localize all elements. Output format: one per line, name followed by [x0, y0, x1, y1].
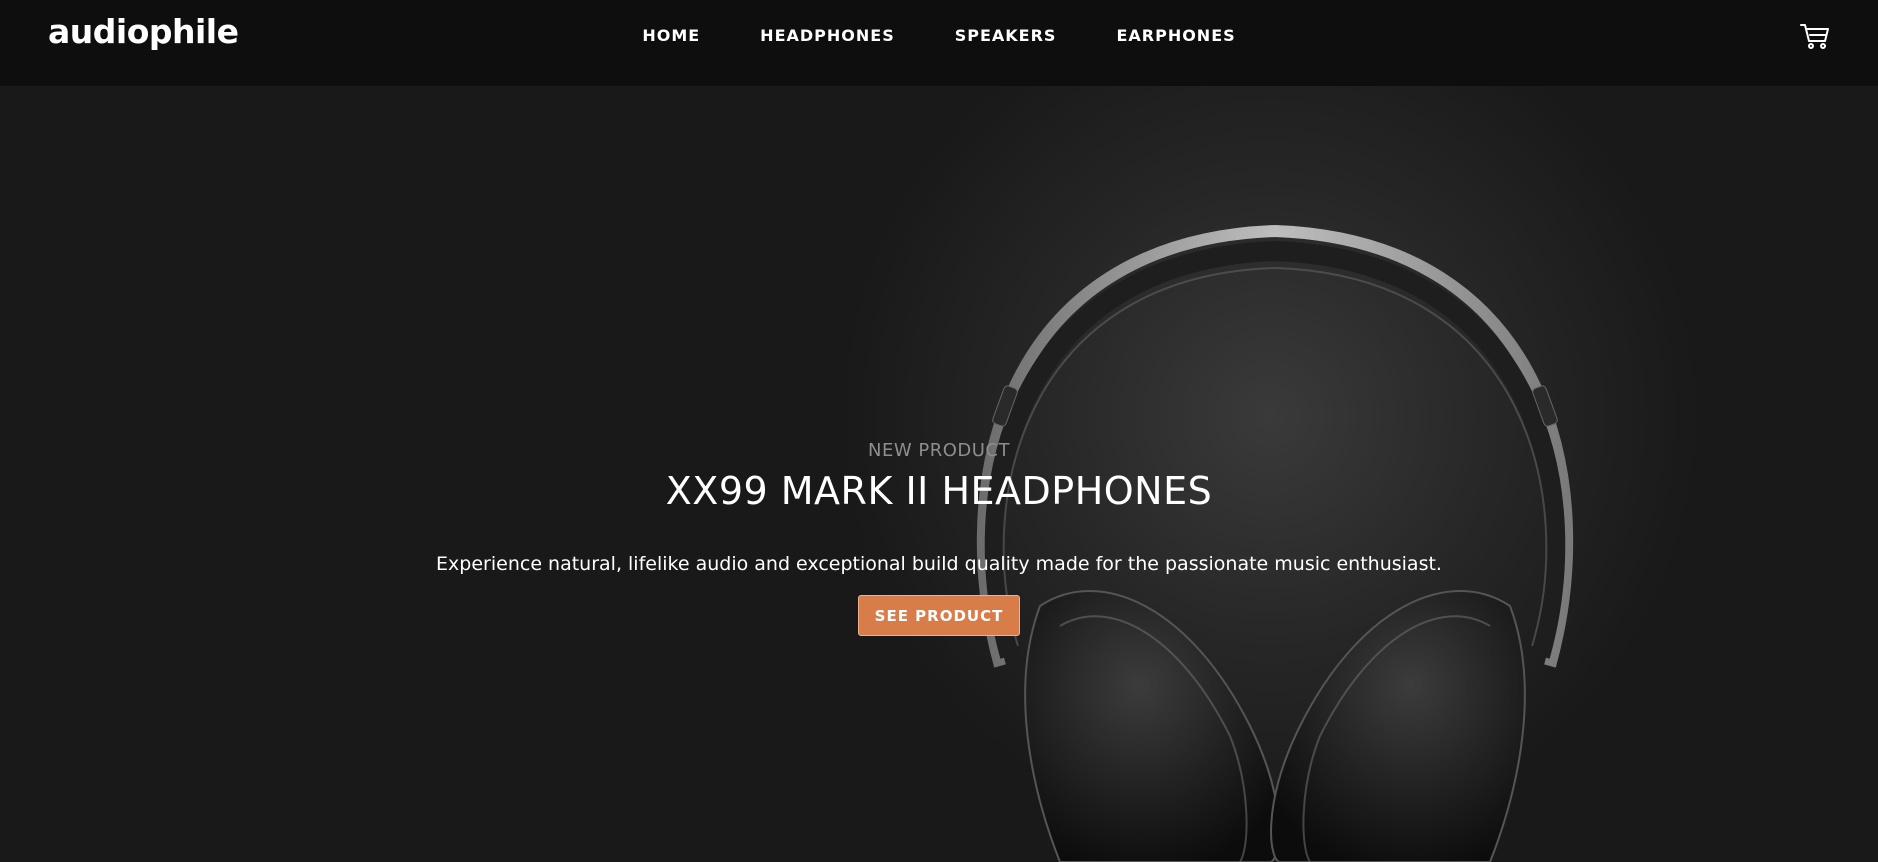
hero-title: XX99 MARK II HEADPHONES	[665, 469, 1213, 513]
hero-content: NEW PRODUCT XX99 MARK II HEADPHONES Expe…	[0, 440, 1878, 636]
nav-link-home[interactable]: HOME	[642, 26, 700, 45]
nav-link-earphones[interactable]: EARPHONES	[1116, 26, 1235, 45]
hero-overline: NEW PRODUCT	[868, 440, 1010, 461]
nav-link-speakers[interactable]: SPEAKERS	[955, 26, 1057, 45]
hero-description: Experience natural, lifelike audio and e…	[436, 553, 1442, 575]
site-header: audiophile HOME HEADPHONES SPEAKERS EARP…	[0, 0, 1878, 86]
main-nav: HOME HEADPHONES SPEAKERS EARPHONES	[0, 26, 1878, 45]
hero-section: NEW PRODUCT XX99 MARK II HEADPHONES Expe…	[0, 86, 1878, 862]
see-product-button[interactable]: SEE PRODUCT	[857, 595, 1021, 636]
nav-link-headphones[interactable]: HEADPHONES	[760, 26, 895, 45]
cart-icon[interactable]	[1800, 22, 1830, 50]
